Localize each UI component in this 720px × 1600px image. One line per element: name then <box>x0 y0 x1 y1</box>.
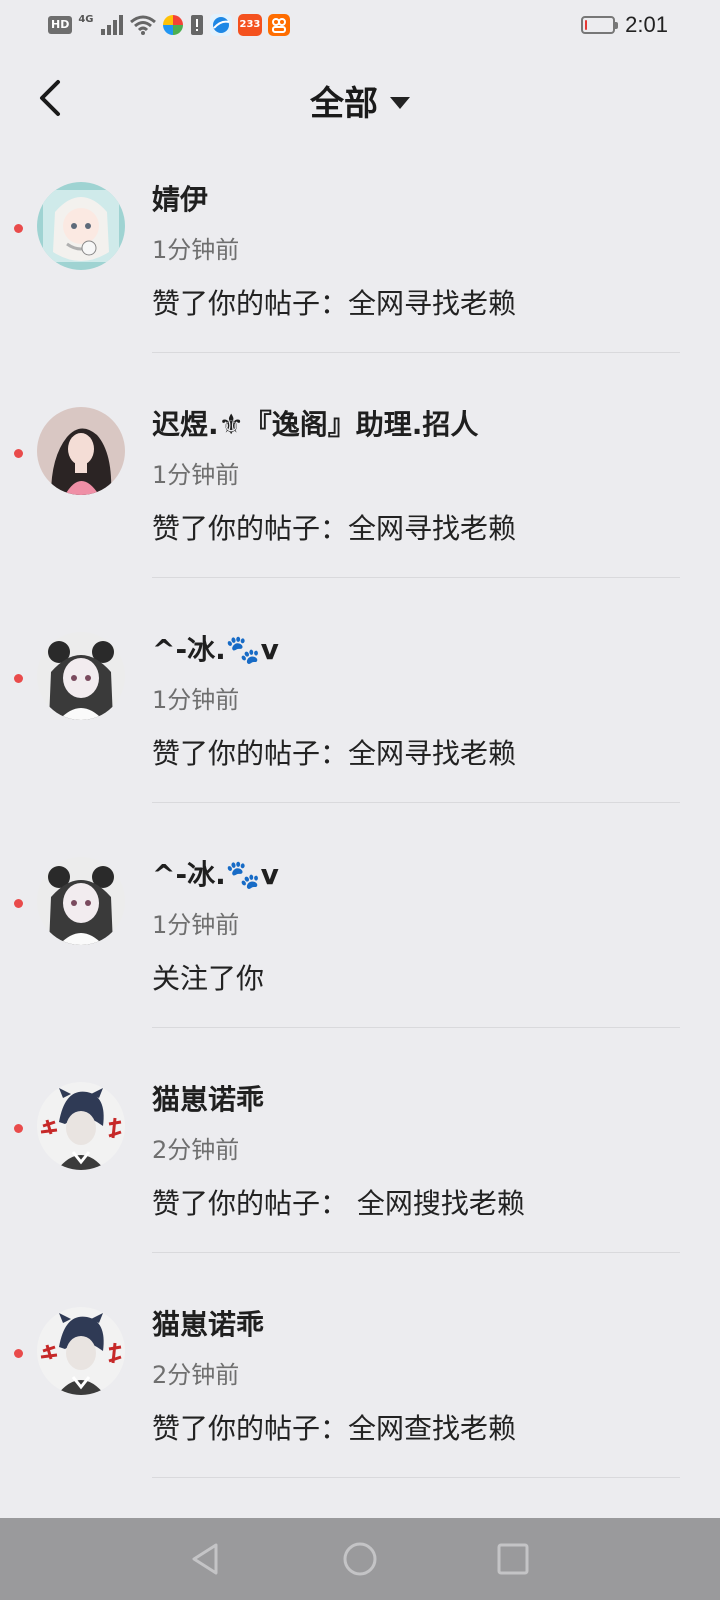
user-name[interactable]: 婧伊 <box>152 178 208 218</box>
unread-dot <box>14 674 23 683</box>
unread-dot <box>14 899 23 908</box>
notification-message: 赞了你的帖子：全网寻找老赖 <box>152 737 517 770</box>
notification-item[interactable]: ^-冰.🐾v 1分钟前 关注了你 <box>0 843 720 1068</box>
avatar[interactable] <box>37 407 125 495</box>
unread-dot <box>14 1124 23 1133</box>
nav-back-button[interactable] <box>186 1540 224 1578</box>
hd-badge: HD <box>48 16 73 34</box>
notification-message: 关注了你 <box>152 962 265 995</box>
avatar[interactable] <box>37 1082 125 1170</box>
battery-level <box>585 20 588 30</box>
divider <box>152 802 680 803</box>
signal-icon <box>100 15 123 35</box>
notification-item[interactable]: 猫崽诺乖 2分钟前 赞了你的帖子： 全网搜找老赖 <box>0 1068 720 1293</box>
square-recents-icon <box>497 1543 529 1575</box>
app-orange-icon <box>268 14 291 36</box>
user-name[interactable]: 迟煜.⚜『逸阁』助理.招人 <box>152 403 478 443</box>
divider <box>152 577 680 578</box>
system-nav-bar <box>0 1518 720 1600</box>
status-icons-right: 2:01 <box>581 10 668 40</box>
notification-message: 赞了你的帖子：全网寻找老赖 <box>152 287 517 320</box>
wifi-icon <box>129 15 156 35</box>
alert-icon <box>190 15 203 35</box>
divider <box>152 1477 680 1478</box>
circle-home-icon <box>343 1542 377 1576</box>
timestamp: 1分钟前 <box>152 911 240 939</box>
notification-message: 赞了你的帖子： 全网搜找老赖 <box>152 1187 525 1220</box>
app-pinwheel-icon <box>162 15 183 35</box>
unread-dot <box>14 224 23 233</box>
page-title: 全部 <box>310 84 378 124</box>
page: HD 4G 233 2:01 全部 婧伊 1分钟前 赞了你的帖子：全网寻找老赖 … <box>0 0 720 1600</box>
status-bar: HD 4G 233 2:01 <box>0 0 720 50</box>
caret-down-icon <box>390 96 410 109</box>
divider <box>152 352 680 353</box>
notification-item[interactable]: ^-冰.🐾v 1分钟前 赞了你的帖子：全网寻找老赖 <box>0 618 720 843</box>
timestamp: 2分钟前 <box>152 1361 240 1389</box>
unread-dot <box>14 1349 23 1358</box>
timestamp: 1分钟前 <box>152 461 240 489</box>
nav-home-button[interactable] <box>341 1540 379 1578</box>
notification-message: 赞了你的帖子：全网查找老赖 <box>152 1412 517 1445</box>
divider <box>152 1252 680 1253</box>
avatar[interactable] <box>37 632 125 720</box>
header: 全部 <box>0 60 720 148</box>
filter-dropdown[interactable]: 全部 <box>0 76 720 125</box>
notification-message: 赞了你的帖子：全网寻找老赖 <box>152 512 517 545</box>
unread-dot <box>14 449 23 458</box>
avatar[interactable] <box>37 1307 125 1395</box>
nav-recents-button[interactable] <box>494 1540 532 1578</box>
status-icons-left: HD 4G 233 <box>48 12 291 38</box>
notification-item[interactable]: 迟煜.⚜『逸阁』助理.招人 1分钟前 赞了你的帖子：全网寻找老赖 <box>0 393 720 618</box>
user-name[interactable]: ^-冰.🐾v <box>152 628 279 668</box>
battery-icon <box>581 16 619 34</box>
user-name[interactable]: 猫崽诺乖 <box>152 1078 264 1118</box>
notification-list: 婧伊 1分钟前 赞了你的帖子：全网寻找老赖 迟煜.⚜『逸阁』助理.招人 1分钟前… <box>0 168 720 1518</box>
avatar[interactable] <box>37 182 125 270</box>
network-type: 4G <box>78 13 94 25</box>
app-233-icon: 233 <box>237 14 263 36</box>
avatar[interactable] <box>37 857 125 945</box>
timestamp: 2分钟前 <box>152 1136 240 1164</box>
timestamp: 1分钟前 <box>152 686 240 714</box>
user-name[interactable]: 猫崽诺乖 <box>152 1303 264 1343</box>
clock: 2:01 <box>625 12 668 37</box>
triangle-back-icon <box>192 1543 218 1575</box>
user-name[interactable]: ^-冰.🐾v <box>152 853 279 893</box>
notification-item[interactable]: 猫崽诺乖 2分钟前 赞了你的帖子：全网查找老赖 <box>0 1293 720 1518</box>
timestamp: 1分钟前 <box>152 236 240 264</box>
app-globe-icon <box>209 14 232 36</box>
notification-item[interactable]: 婧伊 1分钟前 赞了你的帖子：全网寻找老赖 <box>0 168 720 393</box>
divider <box>152 1027 680 1028</box>
